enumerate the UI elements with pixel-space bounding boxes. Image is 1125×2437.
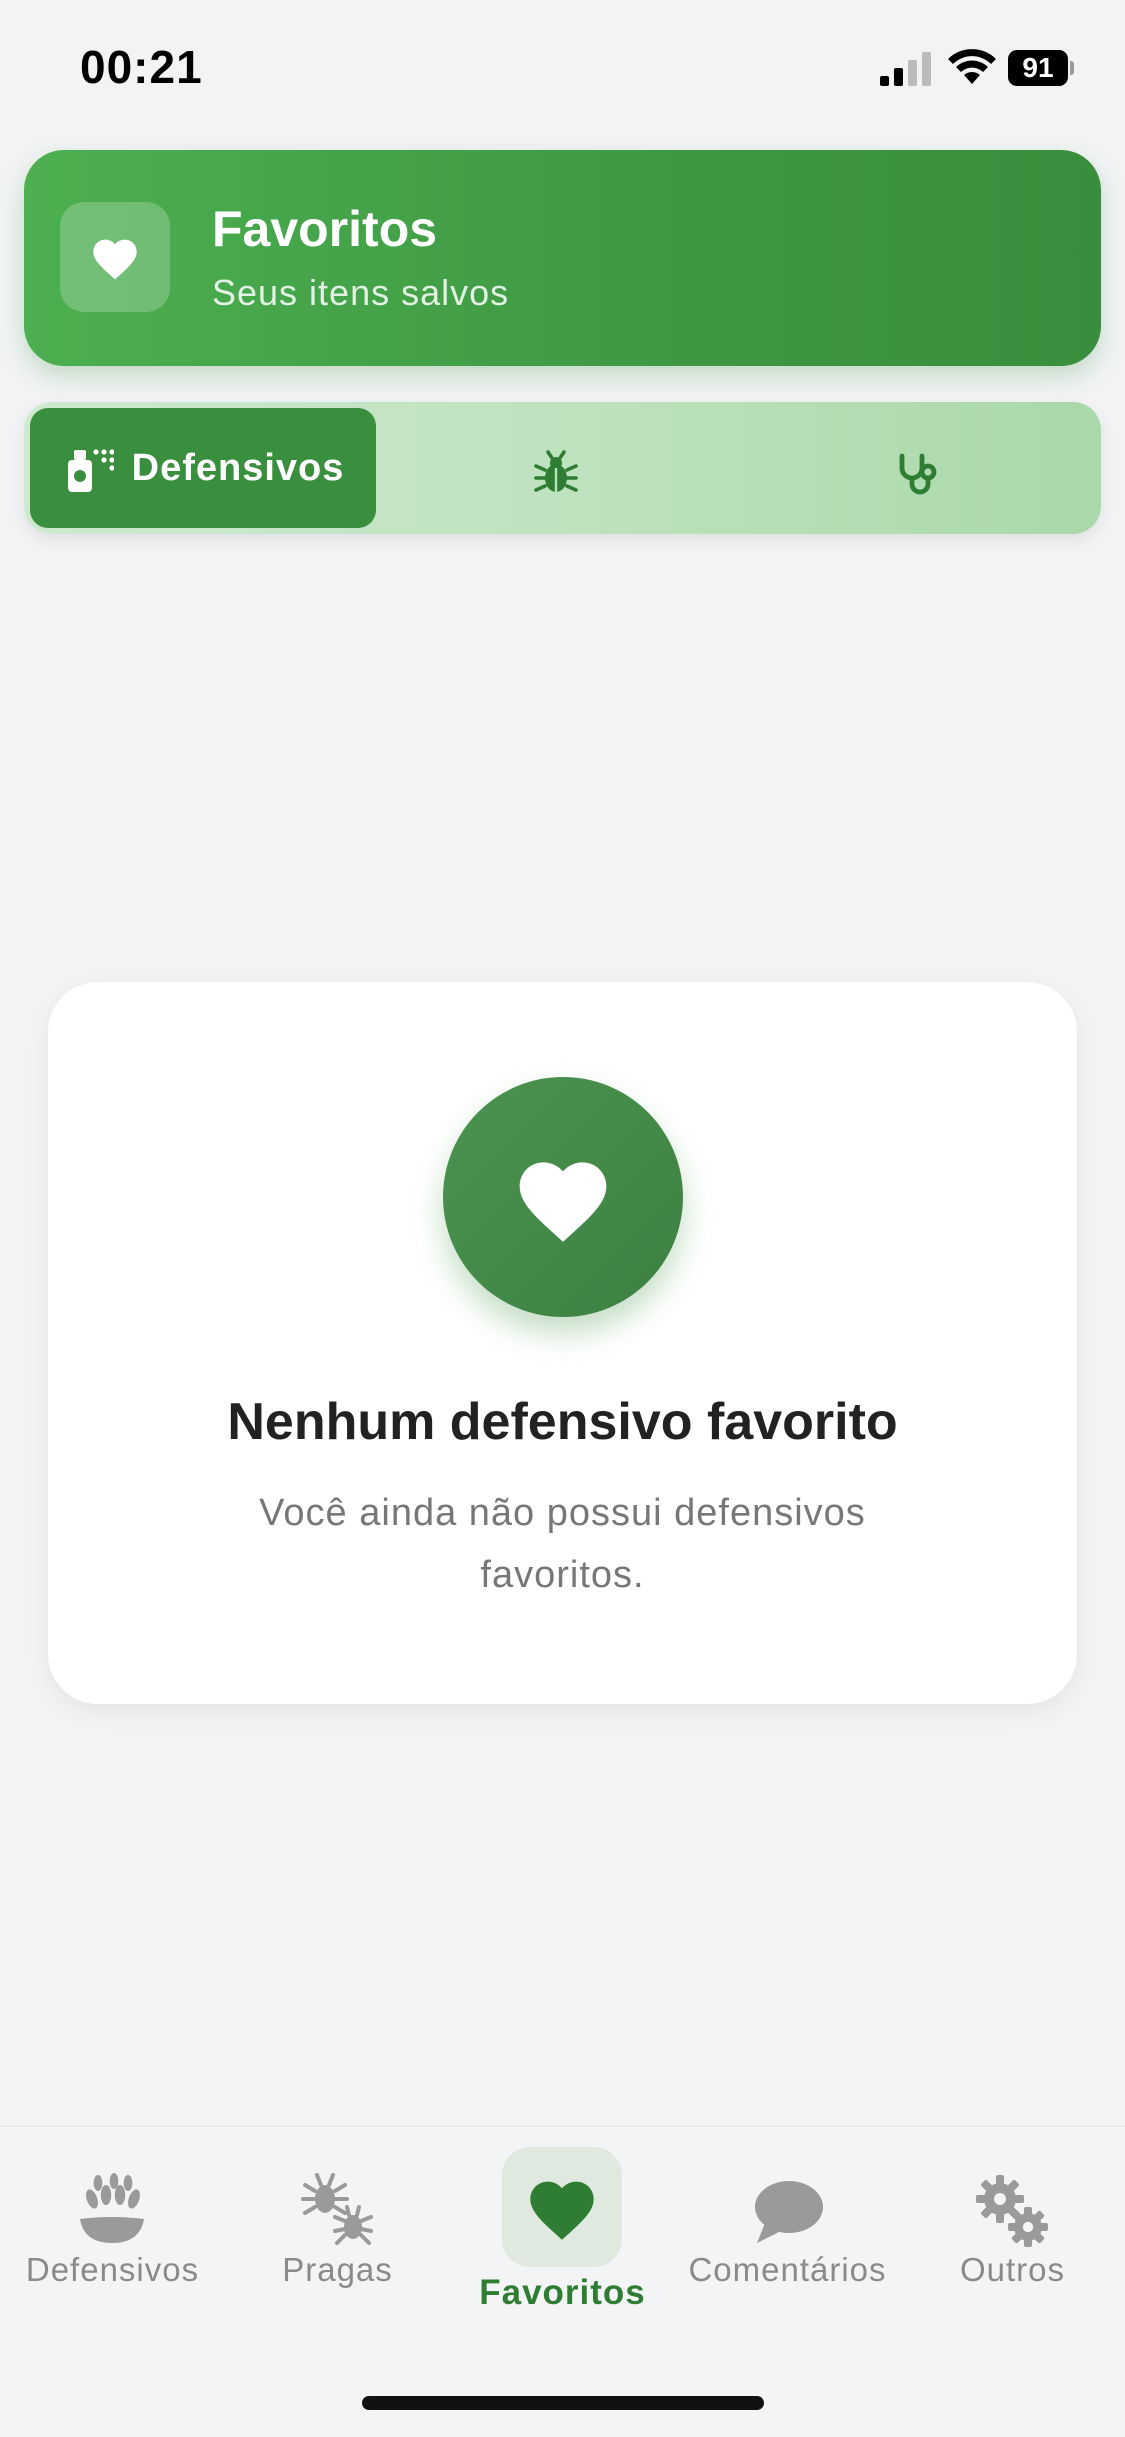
nav-label: Comentários (688, 2251, 887, 2288)
nav-label: Outros (959, 2251, 1066, 2288)
home-indicator[interactable] (362, 2396, 764, 2410)
tab-doencas[interactable] (736, 408, 1095, 528)
cellular-signal-icon (880, 52, 931, 86)
page-title: Favoritos (212, 201, 438, 257)
status-time: 00:21 (80, 41, 203, 93)
empty-state-icon-circle (443, 1077, 683, 1317)
heart-icon (530, 2181, 594, 2240)
heart-icon (93, 239, 137, 280)
nav-item-pragas[interactable]: Pragas (225, 2127, 450, 2327)
stethoscope-icon (899, 453, 937, 495)
grain-icon (80, 2173, 144, 2243)
nav-item-outros[interactable]: Outros (900, 2127, 1125, 2327)
empty-state-description: Você ainda não possui defensivos favorit… (259, 1492, 866, 1596)
bottom-navigation: Defensivos Pragas Favoritos Comentários (0, 2126, 1125, 2437)
tab-label: Defensivos (131, 446, 345, 489)
spray-bottle-icon (67, 449, 114, 492)
header-icon-box (60, 202, 170, 312)
pests-icon (301, 2173, 373, 2245)
nav-label: Defensivos (25, 2251, 200, 2288)
chat-bubble-icon (755, 2181, 823, 2243)
tab-pragas[interactable] (376, 408, 736, 528)
nav-item-comentarios[interactable]: Comentários (675, 2127, 900, 2327)
page-subtitle: Seus itens salvos (212, 272, 510, 313)
nav-label: Pragas (282, 2251, 393, 2288)
category-tabs: Defensivos (24, 402, 1101, 534)
status-bar: 00:21 91 (0, 0, 1125, 140)
gears-icon (976, 2175, 1048, 2247)
battery-level: 91 (1008, 50, 1068, 86)
empty-state-card: Nenhum defensivo favorito Você ainda não… (48, 982, 1077, 1704)
battery-icon: 91 (1008, 50, 1074, 86)
header-card: Favoritos Seus itens salvos (24, 150, 1101, 366)
nav-item-favoritos[interactable]: Favoritos (450, 2127, 675, 2327)
tab-defensivos[interactable]: Defensivos (30, 408, 376, 528)
empty-state-title: Nenhum defensivo favorito (227, 1393, 898, 1451)
nav-item-defensivos[interactable]: Defensivos (0, 2127, 225, 2327)
wifi-icon (948, 49, 996, 84)
bug-icon (534, 450, 578, 492)
heart-icon (519, 1162, 607, 1242)
nav-label: Favoritos (479, 2273, 646, 2312)
